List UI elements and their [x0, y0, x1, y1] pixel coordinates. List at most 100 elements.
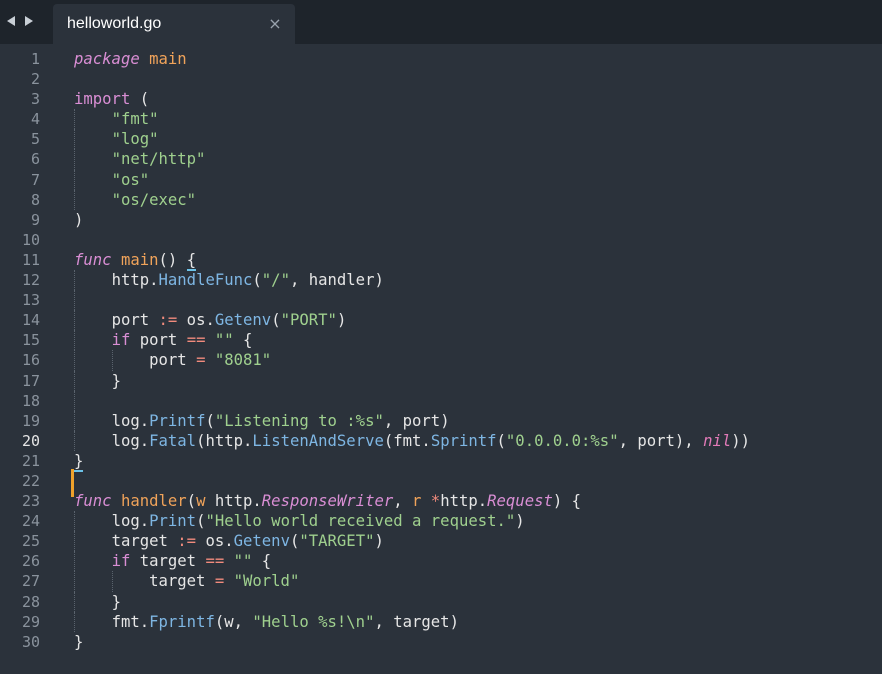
- code-line[interactable]: target = "World": [74, 571, 882, 592]
- line-number: 30: [21, 632, 40, 651]
- line-number: 15: [21, 331, 40, 350]
- code-token: ,: [393, 492, 413, 511]
- indent-guide: [74, 149, 75, 170]
- code-line[interactable]: package main: [74, 49, 882, 69]
- code-token: (: [252, 271, 262, 290]
- code-line[interactable]: [74, 69, 882, 89]
- line-number: 26: [21, 552, 40, 571]
- indent-guide: [74, 169, 75, 190]
- code-token: ): [74, 210, 84, 229]
- line-number: 11: [21, 250, 40, 269]
- code-editor[interactable]: 1 2 3 4 5 6 7 8 9 10 11 12 13 14 15 16 17 18 19 20 21 22 23 24 2…: [0, 44, 882, 674]
- code-token: log.: [111, 431, 150, 450]
- code-line[interactable]: port = "8081": [74, 350, 882, 371]
- line-number: 4: [30, 110, 40, 129]
- code-line[interactable]: func main() {: [74, 250, 882, 271]
- code-line[interactable]: [74, 230, 882, 250]
- indent-guide: [74, 189, 75, 210]
- code-line[interactable]: }: [74, 632, 882, 652]
- code-token: func: [74, 250, 112, 269]
- code-token: "TARGET": [299, 532, 375, 551]
- code-token: ): [515, 512, 525, 531]
- indent-guide: [74, 511, 75, 532]
- indent-guide: [74, 290, 75, 311]
- code-line[interactable]: [74, 390, 882, 411]
- code-token: :=: [158, 311, 178, 330]
- close-icon[interactable]: ×: [265, 14, 285, 34]
- code-line[interactable]: "os": [74, 169, 882, 190]
- code-line[interactable]: port := os.Getenv("PORT"): [74, 310, 882, 331]
- code-line[interactable]: http.HandleFunc("/", handler): [74, 270, 882, 291]
- code-token: ): [374, 532, 384, 551]
- code-line[interactable]: "os/exec": [74, 189, 882, 210]
- code-token: "Hello world received a request.": [205, 512, 516, 531]
- line-number: 5: [30, 130, 40, 149]
- indent-guide: [74, 430, 75, 451]
- indent-guide: [74, 370, 75, 391]
- code-line[interactable]: }: [74, 370, 882, 391]
- code-token: func: [74, 492, 112, 511]
- back-arrow-icon[interactable]: [4, 14, 18, 28]
- code-token: (: [496, 431, 506, 450]
- code-token: }: [111, 371, 121, 390]
- code-line[interactable]: }: [74, 591, 882, 612]
- line-number: 3: [30, 90, 40, 109]
- line-number: 13: [21, 291, 40, 310]
- code-token: if: [111, 331, 131, 350]
- code-token: (: [205, 411, 215, 430]
- code-line[interactable]: ): [74, 210, 882, 230]
- code-line[interactable]: func handler(w http.ResponseWriter, r *h…: [74, 491, 882, 511]
- indent-guide: [74, 310, 75, 331]
- code-token: (: [186, 492, 197, 511]
- code-token: (http.: [196, 431, 253, 450]
- code-line[interactable]: [74, 290, 882, 311]
- code-line[interactable]: if port == "" {: [74, 330, 882, 351]
- code-line[interactable]: log.Print("Hello world received a reques…: [74, 511, 882, 532]
- indent-guide: [74, 129, 75, 150]
- code-token: *: [430, 492, 441, 511]
- forward-arrow-icon[interactable]: [22, 14, 36, 28]
- code-token: , handler): [289, 271, 384, 290]
- code-token: nil: [703, 431, 732, 450]
- code-token: fmt.: [111, 612, 150, 631]
- code-token: (fmt.: [383, 431, 431, 450]
- code-token: port: [111, 311, 159, 330]
- line-number: 14: [21, 311, 40, 330]
- code-line[interactable]: [74, 471, 882, 491]
- line-number: 1: [30, 50, 40, 68]
- code-token: (: [130, 90, 150, 109]
- code-line[interactable]: target := os.Getenv("TARGET"): [74, 531, 882, 552]
- tab-helloworld-go[interactable]: helloworld.go ×: [53, 4, 295, 44]
- code-token: {: [233, 331, 253, 350]
- code-token: (): [158, 250, 187, 269]
- code-line[interactable]: log.Printf("Listening to :%s", port): [74, 410, 882, 431]
- code-token: "": [233, 552, 253, 571]
- code-token: "0.0.0.0:%s": [505, 431, 619, 450]
- line-number: 25: [21, 532, 40, 551]
- indent-guide: [74, 330, 75, 351]
- code-token: HandleFunc: [158, 271, 253, 290]
- code-line[interactable]: if target == "" {: [74, 551, 882, 572]
- code-line[interactable]: fmt.Fprintf(w, "Hello %s!\n", target): [74, 611, 882, 632]
- code-line[interactable]: "log": [74, 129, 882, 150]
- code-line[interactable]: }: [74, 451, 882, 472]
- code-area[interactable]: package main import ( "fmt" "log" "net/ht…: [74, 49, 882, 652]
- code-token: ): [336, 311, 347, 330]
- line-number: 9: [30, 210, 40, 229]
- code-token: (: [289, 532, 300, 551]
- code-token: "os": [111, 170, 150, 189]
- line-number: 6: [30, 150, 40, 169]
- code-line[interactable]: log.Fatal(http.ListenAndServe(fmt.Sprint…: [74, 430, 882, 451]
- code-token: Fprintf: [149, 612, 215, 631]
- line-number: 27: [21, 572, 40, 591]
- code-line[interactable]: "fmt": [74, 109, 882, 130]
- code-line[interactable]: import (: [74, 89, 882, 109]
- tab-title: helloworld.go: [67, 15, 162, 32]
- code-token: main: [149, 50, 187, 68]
- code-line[interactable]: "net/http": [74, 149, 882, 170]
